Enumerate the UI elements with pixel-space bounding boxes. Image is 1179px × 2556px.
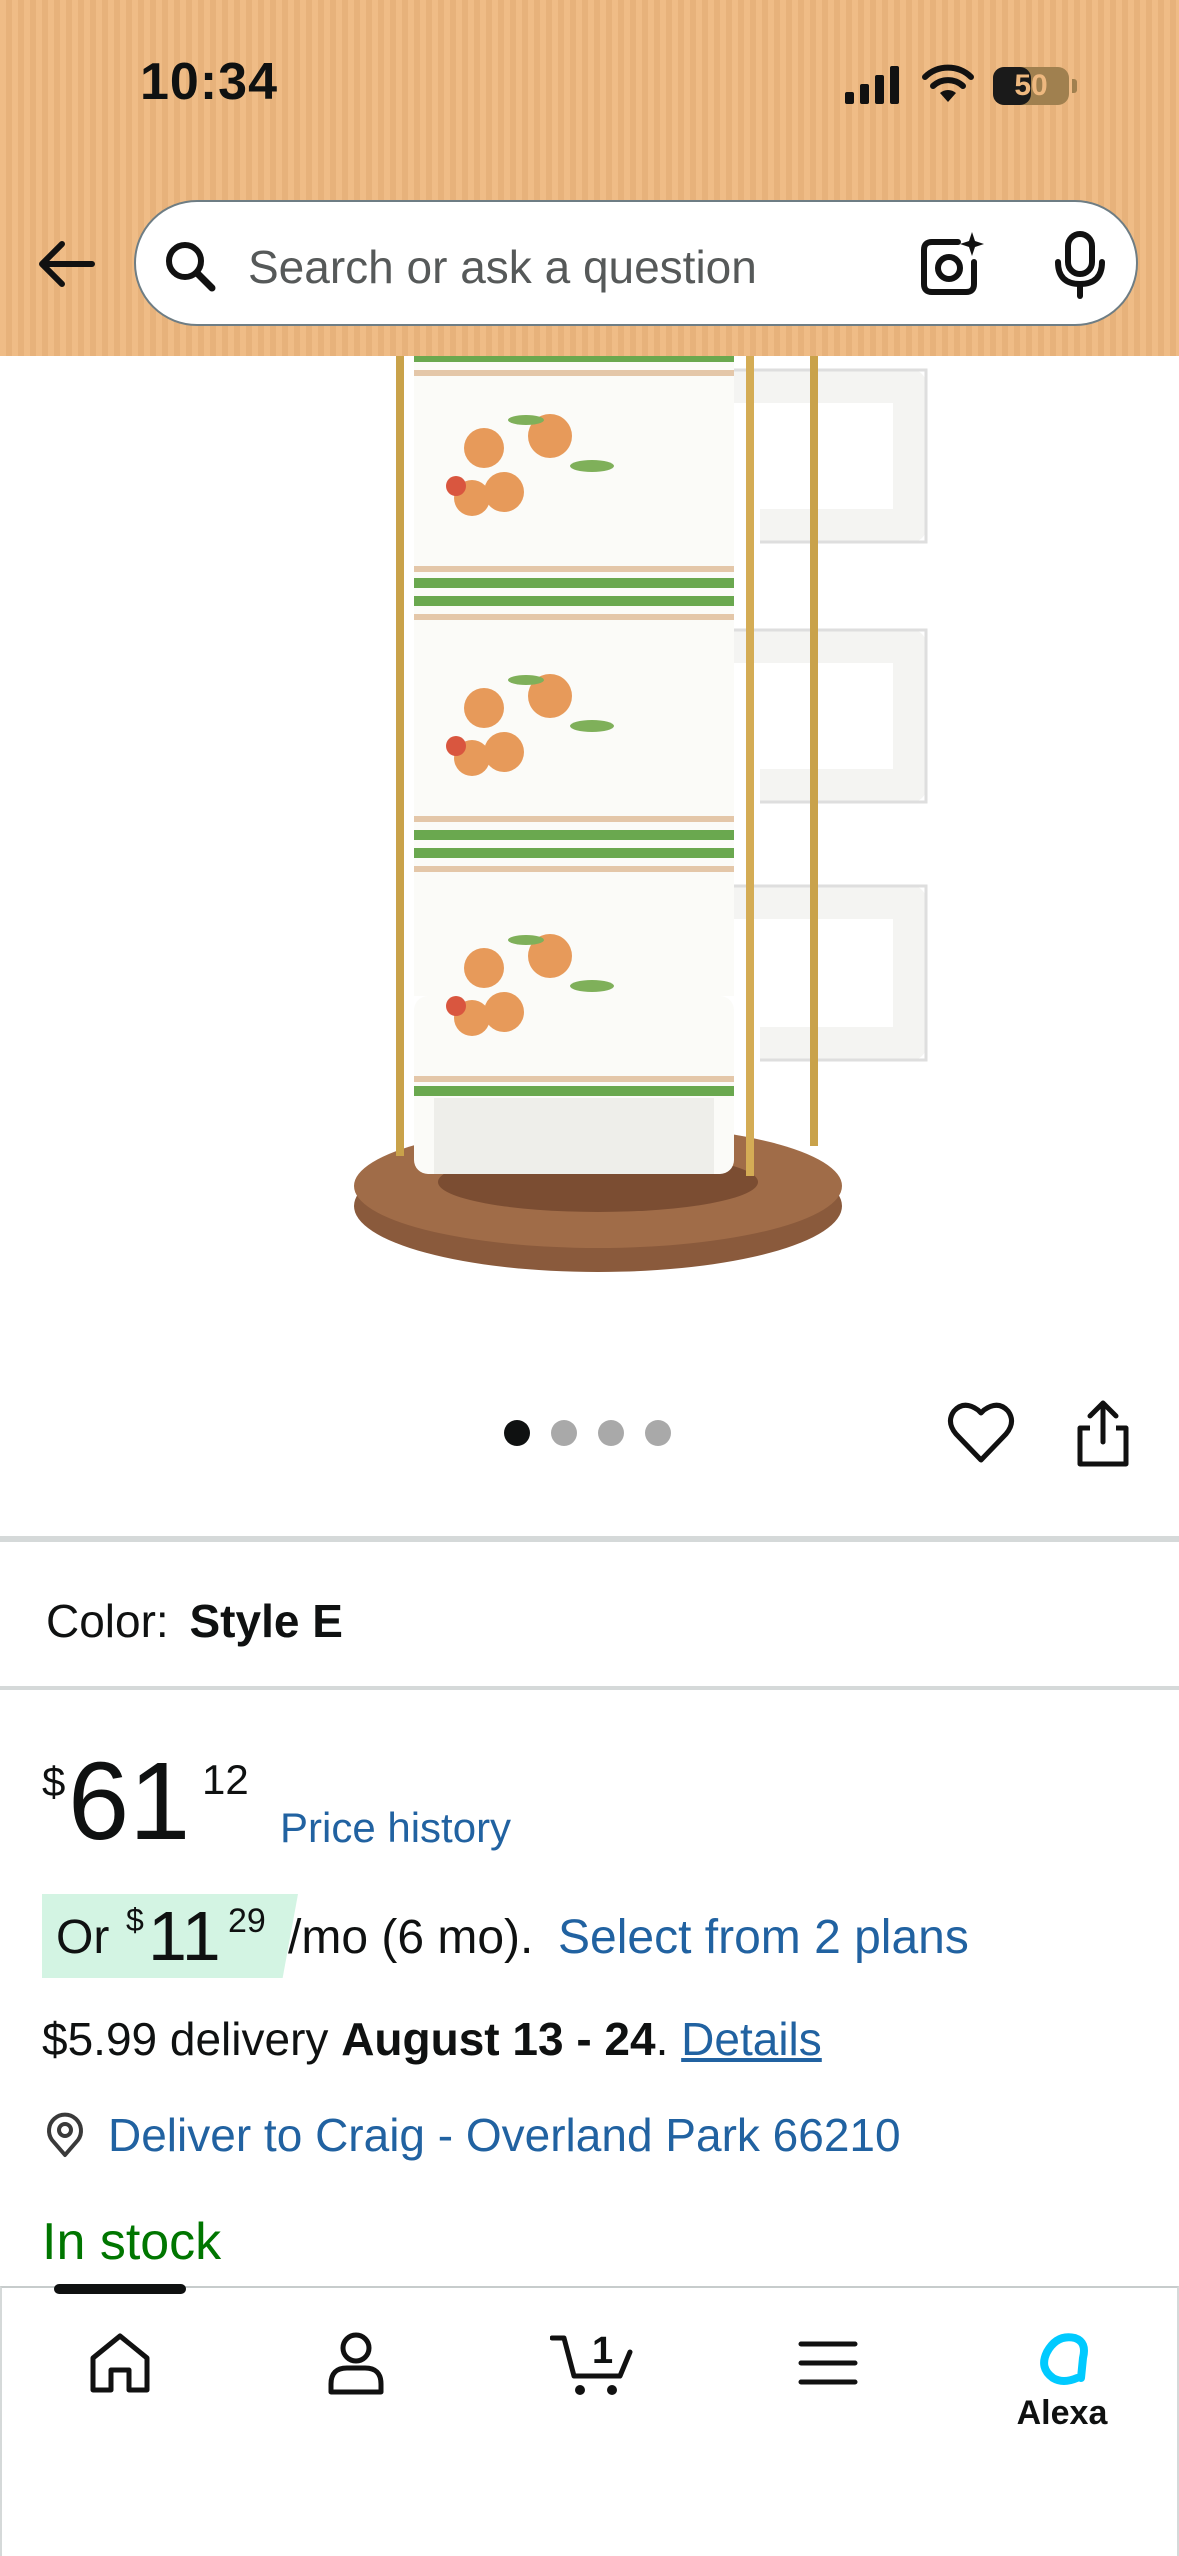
monthly-currency: $ xyxy=(126,1902,144,1938)
status-time: 10:34 xyxy=(140,53,278,111)
nav-alexa[interactable]: Alexa xyxy=(992,2328,1132,2478)
deliver-to-link[interactable]: Deliver to Craig - Overland Park 66210 xyxy=(42,2108,901,2162)
location-pin-icon xyxy=(47,2112,83,2157)
product-image[interactable] xyxy=(330,356,990,1316)
status-icons: 50 xyxy=(843,58,1077,114)
battery-level: 50 xyxy=(1014,69,1048,102)
wifi-icon xyxy=(921,64,975,109)
delivery-separator: . xyxy=(655,2013,669,2065)
heart-icon xyxy=(948,1402,1014,1463)
monthly-fraction: 29 xyxy=(228,1902,266,1940)
section-divider xyxy=(0,1686,1179,1690)
select-plans-link[interactable]: Select from 2 plans xyxy=(558,1910,969,1965)
active-tab-indicator xyxy=(54,2284,186,2294)
nav-cart[interactable]: 1 xyxy=(522,2328,662,2478)
home-icon xyxy=(90,2333,150,2393)
header: 10:34 50 xyxy=(0,0,1179,356)
share-icon xyxy=(1077,1400,1129,1467)
deliver-to-text: Deliver to Craig - Overland Park 66210 xyxy=(108,2109,901,2161)
delivery-details-link[interactable]: Details xyxy=(681,2013,822,2065)
favorite-button[interactable] xyxy=(946,1398,1016,1468)
nav-menu[interactable] xyxy=(758,2328,898,2478)
gallery-dots[interactable] xyxy=(504,1420,671,1446)
price-whole: 61 xyxy=(68,1740,191,1863)
monthly-whole: 11 xyxy=(148,1897,221,1975)
delivery-date: August 13 - 24 xyxy=(341,2013,656,2065)
price-history-link[interactable]: Price history xyxy=(280,1804,511,1852)
cart-count: 1 xyxy=(592,2330,614,2372)
microphone-icon[interactable] xyxy=(1048,230,1112,305)
camera-sparkle-icon[interactable] xyxy=(914,228,986,305)
alexa-icon xyxy=(1040,2333,1088,2385)
search-bar[interactable] xyxy=(134,200,1138,326)
monthly-prefix: Or xyxy=(56,1911,110,1964)
bottom-nav: 1 Alexa xyxy=(0,2284,1179,2556)
stock-status: In stock xyxy=(42,2213,222,2271)
arrow-left-icon xyxy=(39,241,95,287)
price-currency: $ xyxy=(42,1758,66,1805)
menu-icon xyxy=(798,2341,858,2385)
color-variant-row[interactable]: Color: Style E xyxy=(46,1594,343,1648)
section-divider xyxy=(0,1536,1179,1542)
gallery-dot[interactable] xyxy=(504,1420,530,1446)
gallery-dot[interactable] xyxy=(551,1420,577,1446)
share-button[interactable] xyxy=(1068,1398,1138,1468)
gallery-dot[interactable] xyxy=(645,1420,671,1446)
account-icon xyxy=(328,2332,384,2395)
nav-home[interactable] xyxy=(50,2328,190,2478)
price-fraction: 12 xyxy=(202,1756,249,1803)
signal-icon xyxy=(843,64,903,109)
delivery-fee: $5.99 delivery xyxy=(42,2013,329,2065)
nav-alexa-label: Alexa xyxy=(1016,2394,1108,2432)
color-value: Style E xyxy=(189,1595,343,1647)
search-icon[interactable] xyxy=(160,236,220,301)
search-input[interactable] xyxy=(248,240,908,294)
gallery-dot[interactable] xyxy=(598,1420,624,1446)
nav-account[interactable] xyxy=(286,2328,426,2478)
back-button[interactable] xyxy=(34,232,98,296)
delivery-row: $5.99 delivery August 13 - 24. Details xyxy=(42,2012,822,2066)
battery-icon: 50 xyxy=(993,67,1077,105)
color-label: Color: xyxy=(46,1595,169,1647)
monthly-term: /mo (6 mo). xyxy=(288,1911,534,1964)
